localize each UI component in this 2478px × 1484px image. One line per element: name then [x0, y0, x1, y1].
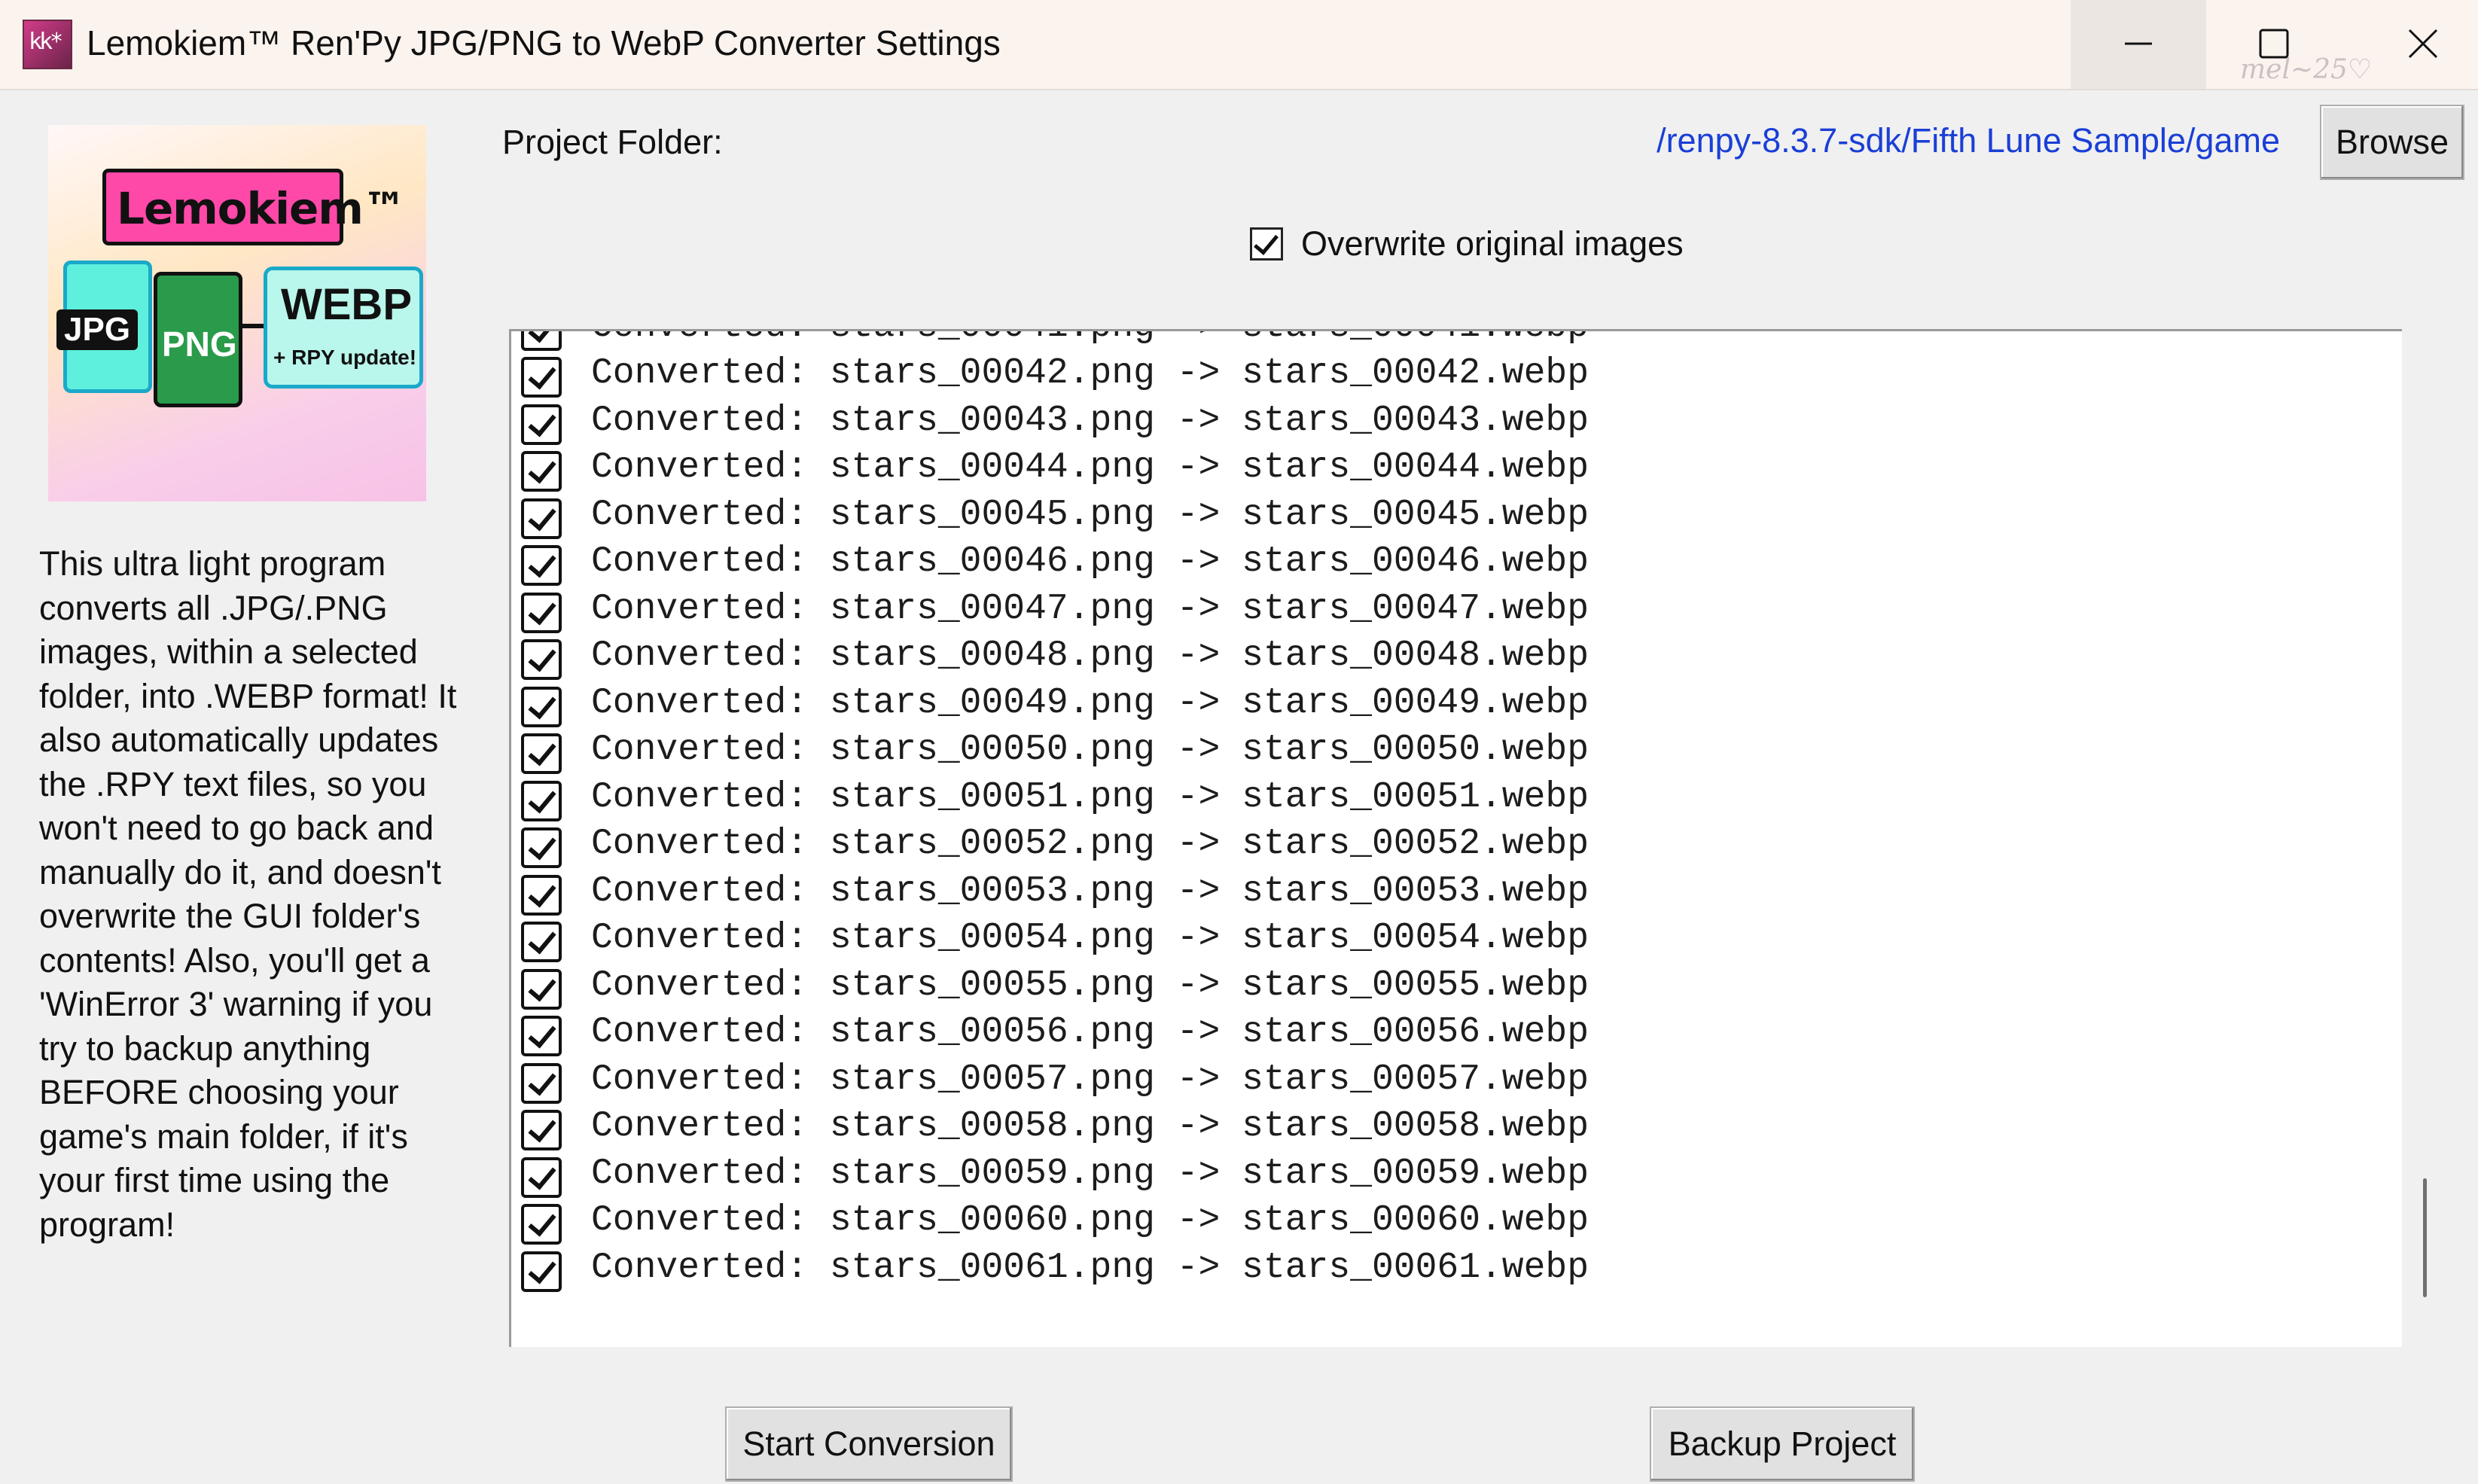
log-row: Converted: stars_00057.png -> stars_0005… [511, 1056, 2243, 1104]
row-checkbox[interactable] [521, 1110, 562, 1150]
row-checkbox[interactable] [521, 639, 562, 680]
row-checkbox[interactable] [521, 874, 562, 916]
row-checkbox[interactable] [521, 357, 562, 398]
log-row: Converted: stars_00051.png -> stars_0005… [511, 774, 2243, 821]
logo-jpg-card: JPG [56, 261, 152, 393]
log-row: Converted: stars_00044.png -> stars_0004… [511, 444, 2243, 492]
logo-webp-label: WEBP [281, 280, 412, 329]
row-checkbox[interactable] [521, 1016, 562, 1056]
log-row: Converted: stars_00050.png -> stars_0005… [511, 727, 2243, 774]
log-row: Converted: stars_00055.png -> stars_0005… [511, 962, 2243, 1010]
log-row-text: Converted: stars_00041.png -> stars_0004… [591, 331, 1589, 350]
app-logo: Lemokiem™ JPG PNG WEBP + RPY update! [48, 125, 426, 501]
log-row-text: Converted: stars_00056.png -> stars_0005… [591, 1012, 1590, 1053]
overwrite-checkbox[interactable] [1250, 227, 1283, 261]
log-row-text: Converted: stars_00051.png -> stars_0005… [591, 776, 1590, 818]
row-checkbox[interactable] [521, 827, 562, 868]
log-row-partial: Converted: stars_00041.png -> stars_0004… [511, 331, 2243, 351]
log-row-text: Converted: stars_00044.png -> stars_0004… [591, 447, 1590, 488]
log-row: Converted: stars_00047.png -> stars_0004… [511, 586, 2243, 633]
log-row-text: Converted: stars_00042.png -> stars_0004… [591, 353, 1590, 394]
description-text: This ultra light program converts all .J… [39, 544, 457, 1244]
log-row-text: Converted: stars_00045.png -> stars_0004… [591, 494, 1590, 535]
project-folder-label: Project Folder: [502, 123, 723, 161]
log-row-text: Converted: stars_00048.png -> stars_0004… [591, 635, 1590, 676]
row-checkbox[interactable] [521, 1062, 562, 1104]
log-row-text: Converted: stars_00058.png -> stars_0005… [591, 1106, 1590, 1147]
logo-webp-card: WEBP + RPY update! [264, 267, 423, 389]
app-icon-text: kk* [29, 29, 63, 55]
app-icon[interactable]: kk* [23, 20, 72, 69]
row-checkbox[interactable] [521, 1204, 562, 1245]
maximize-icon [2259, 29, 2289, 59]
backup-project-button[interactable]: Backup Project [1650, 1406, 1915, 1482]
log-row: Converted: stars_00054.png -> stars_0005… [511, 915, 2243, 962]
logo-title-badge: Lemokiem™ [102, 169, 407, 245]
row-checkbox[interactable] [521, 1251, 562, 1292]
row-checkbox[interactable] [521, 451, 562, 492]
log-row-text: Converted: stars_00046.png -> stars_0004… [591, 541, 1590, 582]
log-row: Converted: stars_00056.png -> stars_0005… [511, 1009, 2243, 1056]
log-row: Converted: stars_00045.png -> stars_0004… [511, 492, 2243, 539]
logo-jpg-label: JPG [56, 309, 139, 350]
row-checkbox[interactable] [521, 592, 562, 633]
row-checkbox[interactable] [521, 686, 562, 727]
start-conversion-button[interactable]: Start Conversion [725, 1406, 1013, 1482]
row-checkbox[interactable] [521, 331, 562, 351]
log-row-text: Converted: stars_00049.png -> stars_0004… [591, 682, 1590, 724]
log-scrollbar[interactable] [2423, 1178, 2427, 1297]
logo-png-card: PNG [154, 272, 242, 407]
log-row-text: Converted: stars_00059.png -> stars_0005… [591, 1153, 1590, 1194]
log-row-text: Converted: stars_00043.png -> stars_0004… [591, 400, 1590, 441]
log-row: Converted: stars_00061.png -> stars_0006… [511, 1245, 2243, 1292]
log-row-text: Converted: stars_00053.png -> stars_0005… [591, 870, 1590, 912]
minimize-button[interactable] [2071, 0, 2206, 89]
row-checkbox[interactable] [521, 1156, 562, 1198]
logo-title: Lemokiem™ [117, 183, 407, 234]
row-checkbox[interactable] [521, 404, 562, 445]
log-row: Converted: stars_00060.png -> stars_0006… [511, 1197, 2243, 1245]
log-row-text: Converted: stars_00054.png -> stars_0005… [591, 918, 1590, 958]
overwrite-option[interactable]: Overwrite original images [1250, 224, 1684, 264]
row-checkbox[interactable] [521, 968, 562, 1010]
log-row: Converted: stars_00052.png -> stars_0005… [511, 821, 2243, 868]
logo-subtitle: + RPY update! [273, 346, 417, 369]
log-row: Converted: stars_00059.png -> stars_0005… [511, 1150, 2243, 1198]
log-row-text: Converted: stars_00061.png -> stars_0006… [591, 1247, 1590, 1288]
minimize-icon [2125, 42, 2152, 45]
logo-png-label: PNG [162, 325, 237, 364]
log-row: Converted: stars_00049.png -> stars_0004… [511, 680, 2243, 727]
overwrite-label: Overwrite original images [1301, 224, 1684, 263]
row-checkbox[interactable] [521, 922, 562, 962]
log-row: Converted: stars_00042.png -> stars_0004… [511, 350, 2243, 398]
log-row: Converted: stars_00058.png -> stars_0005… [511, 1103, 2243, 1150]
title-bar: kk* Lemokiem™ Ren'Py JPG/PNG to WebP Con… [0, 0, 2478, 90]
row-checkbox[interactable] [521, 545, 562, 586]
log-row-text: Converted: stars_00052.png -> stars_0005… [591, 824, 1590, 864]
log-row: Converted: stars_00043.png -> stars_0004… [511, 398, 2243, 445]
conversion-log[interactable]: Converted: stars_00041.png -> stars_0004… [509, 329, 2402, 1347]
row-checkbox[interactable] [521, 498, 562, 539]
log-row-text: Converted: stars_00055.png -> stars_0005… [591, 964, 1590, 1006]
log-row-text: Converted: stars_00057.png -> stars_0005… [591, 1059, 1590, 1100]
project-folder-path: /renpy-8.3.7-sdk/Fifth Lune Sample/game [1657, 121, 2280, 160]
close-button[interactable] [2342, 0, 2477, 89]
log-row: Converted: stars_00048.png -> stars_0004… [511, 632, 2243, 680]
log-row-text: Converted: stars_00047.png -> stars_0004… [591, 588, 1590, 629]
close-icon [2408, 29, 2438, 59]
log-row-text: Converted: stars_00060.png -> stars_0006… [591, 1200, 1590, 1241]
row-checkbox[interactable] [521, 780, 562, 821]
log-row: Converted: stars_00046.png -> stars_0004… [511, 538, 2243, 586]
window-title: Lemokiem™ Ren'Py JPG/PNG to WebP Convert… [87, 23, 1001, 62]
browse-button[interactable]: Browse [2320, 105, 2464, 180]
maximize-button[interactable] [2206, 0, 2342, 89]
row-checkbox[interactable] [521, 733, 562, 774]
log-row: Converted: stars_00053.png -> stars_0005… [511, 868, 2243, 916]
log-row-text: Converted: stars_00050.png -> stars_0005… [591, 730, 1590, 770]
